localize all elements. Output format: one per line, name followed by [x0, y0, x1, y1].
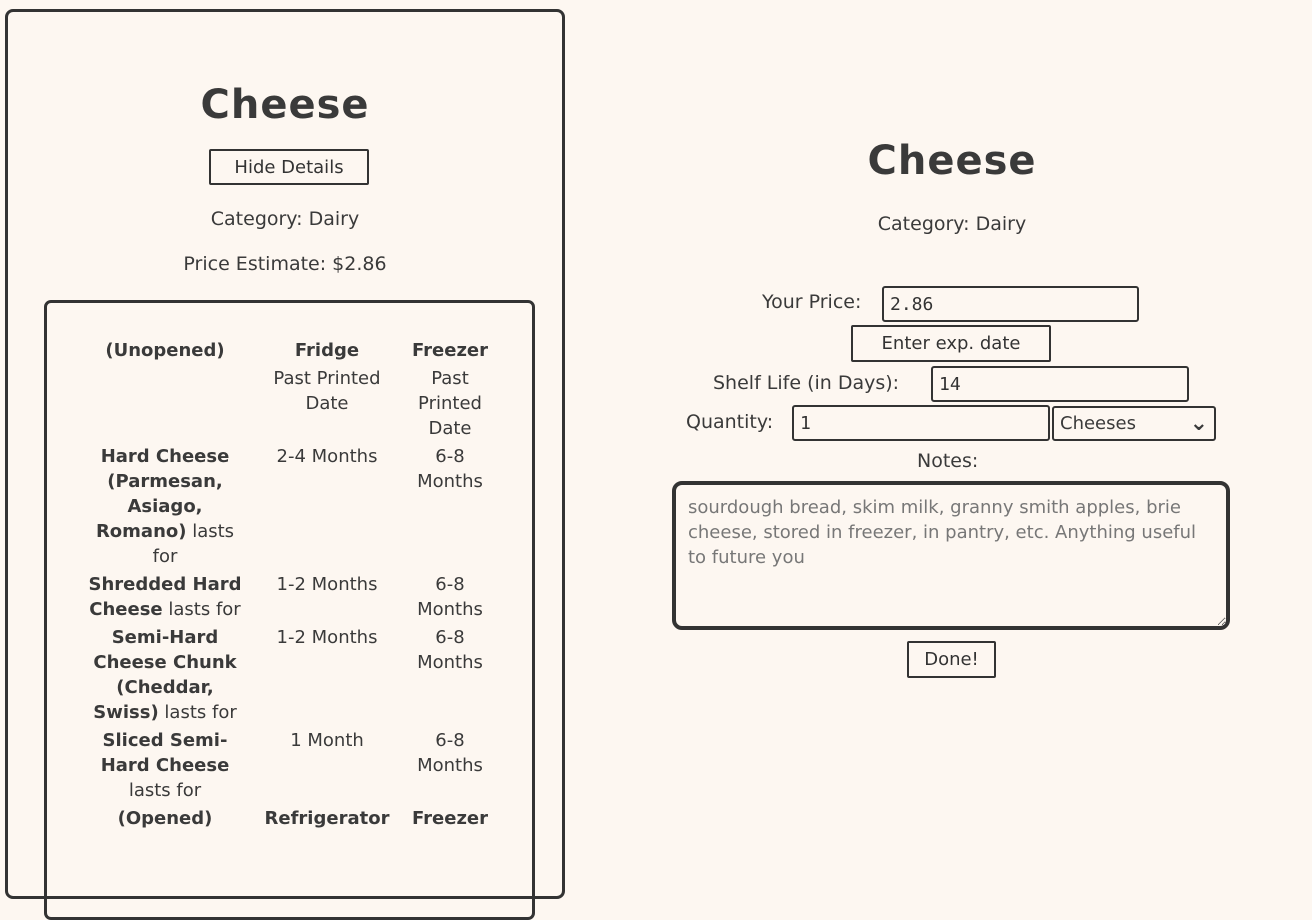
- row-suffix: lasts for: [158, 702, 237, 723]
- header-freezer: Freezer: [412, 340, 488, 361]
- form-category: Category: Dairy: [877, 213, 1027, 235]
- notes-label: Notes:: [917, 450, 979, 472]
- form-title: Cheese: [867, 138, 1037, 184]
- unit-select[interactable]: Cheeses ⌄: [1052, 406, 1216, 441]
- unit-select-value: Cheeses: [1060, 413, 1136, 434]
- table-row: Hard Cheese (Parmesan, Asiago, Romano) l…: [77, 444, 499, 572]
- notes-textarea[interactable]: [672, 481, 1230, 630]
- row-freezer: 6-8 Months: [417, 730, 483, 776]
- header-fridge: Fridge: [294, 340, 360, 361]
- details-price-estimate: Price Estimate: $2.86: [183, 253, 387, 275]
- row-fridge: 2-4 Months: [276, 446, 378, 467]
- price-input[interactable]: [882, 286, 1139, 322]
- table-header-row: (Unopened) Fridge Freezer: [77, 338, 499, 366]
- row-freezer: 6-8 Months: [417, 446, 483, 492]
- storage-guide-box: (Unopened) Fridge Freezer Past Printed D…: [44, 300, 535, 920]
- subheader-freezer: Past Printed Date: [418, 368, 482, 439]
- table-row: Shredded Hard Cheese lasts for 1-2 Month…: [77, 572, 499, 625]
- row-suffix: lasts for: [128, 780, 202, 801]
- row-fridge: 1-2 Months: [276, 627, 378, 648]
- row-freezer: 6-8 Months: [417, 627, 483, 673]
- row-freezer: 6-8 Months: [417, 574, 483, 620]
- header-freezer-opened: Freezer: [412, 808, 488, 829]
- table-row: Sliced Semi-Hard Cheese lasts for 1 Mont…: [77, 728, 499, 806]
- quantity-input[interactable]: [792, 405, 1050, 441]
- enter-exp-date-button[interactable]: Enter exp. date: [851, 325, 1051, 362]
- table-subheader-row: Past Printed Date Past Printed Date: [77, 366, 499, 444]
- header-refrigerator: Refrigerator: [264, 808, 390, 829]
- details-category: Category: Dairy: [210, 208, 360, 230]
- table-header-row: (Opened) Refrigerator Freezer: [77, 806, 499, 834]
- details-title: Cheese: [200, 82, 370, 128]
- done-button[interactable]: Done!: [907, 641, 996, 678]
- storage-guide-table: (Unopened) Fridge Freezer Past Printed D…: [77, 338, 499, 834]
- details-card: Cheese Hide Details Category: Dairy Pric…: [5, 9, 565, 920]
- quantity-label: Quantity:: [686, 411, 774, 433]
- row-suffix: lasts for: [162, 599, 241, 620]
- shelf-life-label: Shelf Life (in Days):: [713, 372, 900, 394]
- row-fridge: 1 Month: [290, 730, 364, 751]
- header-unopened: (Unopened): [105, 340, 225, 361]
- row-fridge: 1-2 Months: [276, 574, 378, 595]
- chevron-down-icon: ⌄: [1189, 411, 1208, 436]
- subheader-fridge: Past Printed Date: [273, 368, 381, 414]
- table-row: Semi-Hard Cheese Chunk (Cheddar, Swiss) …: [77, 625, 499, 728]
- hide-details-button[interactable]: Hide Details: [209, 149, 369, 185]
- row-name: Sliced Semi-Hard Cheese: [100, 730, 230, 776]
- header-opened: (Opened): [117, 808, 213, 829]
- price-label: Your Price:: [762, 291, 862, 313]
- shelf-life-input[interactable]: [931, 366, 1189, 402]
